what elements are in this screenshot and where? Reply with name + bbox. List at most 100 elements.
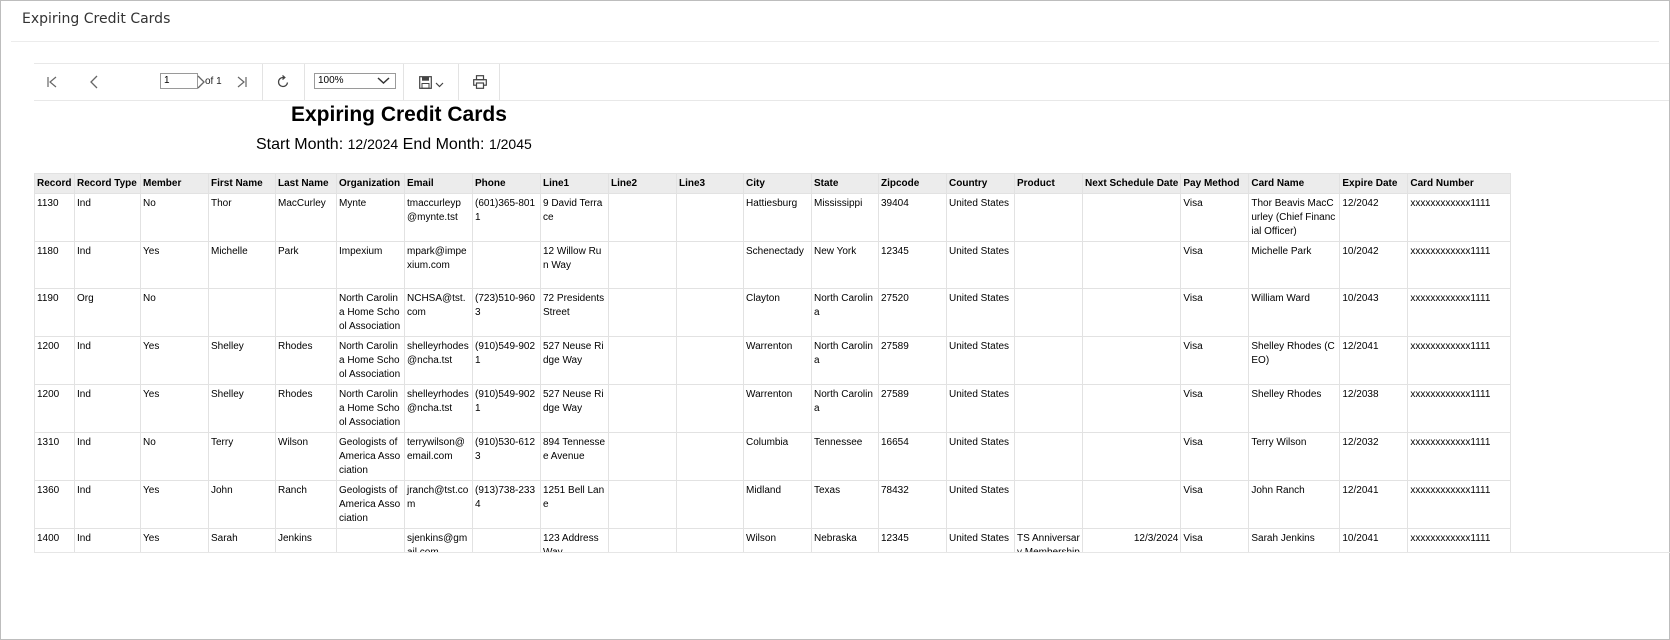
table-cell: Mississippi [811,193,879,242]
table-cell: 12/2042 [1339,193,1409,242]
column-header: Line2 [608,173,677,194]
table-row: 1360 Ind Yes John Ranch Geologists of America… [34,480,1512,529]
table-cell: Ind [74,241,141,289]
report-viewer-window: Expiring Credit Cards 1 of 1 100% Expiri… [0,0,1670,640]
table-cell: 12/2041 [1339,336,1409,385]
table-cell: tmaccurleyp@mynte.tst [404,193,473,242]
refresh-icon [277,75,289,88]
table-cell [275,288,337,337]
table-cell: Yes [140,336,209,385]
table-cell: 16654 [878,432,947,481]
table-cell [1081,432,1182,481]
table-cell: (913)738-2334 [472,480,541,529]
table-cell: Shelley Rhodes [1248,384,1341,433]
column-header: Country [946,173,1015,194]
table-cell [1081,384,1182,433]
table-cell: 1190 [34,288,75,337]
print-button[interactable] [468,64,492,100]
save-icon [418,75,432,89]
table-cell [608,480,677,529]
report-bottom-divider [34,552,1670,553]
table-cell: terrywilson@email.com [404,432,473,481]
table-cell: Visa [1180,241,1250,289]
report-toolbar: 1 of 1 100% [34,63,1669,101]
first-page-button[interactable] [42,64,62,100]
table-cell: 12/2041 [1339,480,1409,529]
table-cell: Park [275,241,337,289]
column-header: Member [140,173,209,194]
table-cell: North Carolina Home School Association [336,288,405,337]
table-cell [1014,288,1083,337]
table-cell [676,432,744,481]
table-cell: United States [946,336,1015,385]
column-header: Next Schedule Date [1081,173,1182,194]
table-cell: Tennessee [811,432,879,481]
table-cell: 12345 [878,241,947,289]
table-cell: 72 Presidents Street [540,288,609,337]
table-cell: North Carolina Home School Association [336,384,405,433]
table-cell: xxxxxxxxxxxx1111 [1407,288,1512,337]
toolbar-separator [499,64,500,100]
table-cell [608,384,677,433]
table-cell: United States [946,241,1015,289]
column-header: Email [404,173,473,194]
table-cell: shelleyrhodes@ncha.tst [404,336,473,385]
table-cell [608,432,677,481]
start-month-label: Start Month: [256,136,344,153]
column-header: Line3 [676,173,744,194]
table-cell: 12/3/2024 [1081,528,1182,552]
table-cell: Ind [74,528,141,552]
table-cell: John Ranch [1248,480,1341,529]
next-page-button[interactable] [191,64,211,100]
chevron-left-icon [90,75,98,89]
column-header: Organization [336,173,405,194]
table-cell: mpark@impexium.com [404,241,473,289]
table-cell: NCHSA@tst.com [404,288,473,337]
table-cell: North Carolina Home School Association [336,336,405,385]
table-cell: Shelley [208,384,276,433]
column-header: City [743,173,812,194]
table-cell: Visa [1180,384,1250,433]
table-cell: jranch@tst.com [404,480,473,529]
table-cell [676,288,744,337]
table-cell: Geologists of America Association [336,480,405,529]
table-row: 1190 Org No North Carolina Home School Asso… [34,288,1512,337]
export-button[interactable] [414,64,448,100]
table-cell: sjenkins@gmail.com [404,528,473,552]
table-cell: 27520 [878,288,947,337]
zoom-select[interactable]: 100% [314,73,396,89]
table-cell [676,336,744,385]
report-date-range: Start Month: 12/2024 End Month: 1/2045 [256,136,532,154]
table-cell [1081,288,1182,337]
table-cell: Shelley [208,336,276,385]
table-cell: Terry Wilson [1248,432,1341,481]
table-row: 1180 Ind Yes Michelle Park Impexium mpark@impe… [34,241,1512,289]
table-cell [676,241,744,289]
table-cell: 527 Neuse Ridge Way [540,336,609,385]
table-cell: (910)549-9021 [472,336,541,385]
previous-page-button[interactable] [84,64,104,100]
table-cell: No [140,288,209,337]
last-page-button[interactable] [232,64,252,100]
table-cell: 1200 [34,336,75,385]
refresh-button[interactable] [272,64,294,100]
table-cell: (910)530-6123 [472,432,541,481]
toolbar-separator [403,64,404,100]
table-cell: United States [946,193,1015,242]
report-title: Expiring Credit Cards [291,103,507,126]
table-cell: Clayton [743,288,812,337]
table-cell: 12/2032 [1339,432,1409,481]
table-cell: 527 Neuse Ridge Way [540,384,609,433]
table-cell: United States [946,528,1015,552]
table-cell [208,288,276,337]
table-cell: 12345 [878,528,947,552]
table-cell: Terry [208,432,276,481]
column-header: Zipcode [878,173,947,194]
column-header: Expire Date [1339,173,1409,194]
column-header: First Name [208,173,276,194]
table-cell: 894 Tennessee Avenue [540,432,609,481]
table-cell [608,336,677,385]
table-cell: No [140,432,209,481]
table-cell: United States [946,480,1015,529]
table-cell [676,384,744,433]
